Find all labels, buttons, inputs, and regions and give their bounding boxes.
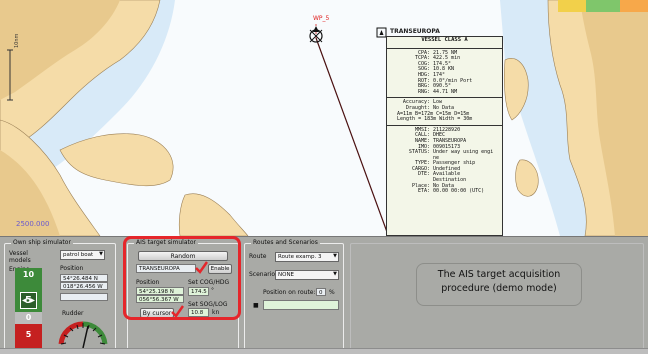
demo-caption: The AIS target acquisition procedure (de… [416, 263, 582, 306]
ais-position-label: Position [136, 279, 160, 286]
vessel-dimensions-line2: Length = 183m Width = 30m [397, 116, 473, 123]
own-ship-simulator-title: Own ship simulator [11, 239, 73, 246]
rudder-needle [82, 325, 89, 349]
route-marker-icon: ■ [253, 302, 259, 309]
vessel-model-select[interactable]: patrol boat ▼ [60, 250, 105, 260]
vessel-models-label: Vessel models [9, 250, 31, 264]
checkmark-icon [195, 261, 208, 274]
vessel-model-value: patrol boat [63, 252, 94, 258]
checkmark-icon [171, 305, 184, 318]
rudder-label: Rudder [62, 310, 84, 317]
own-position-lon-field[interactable]: 018°26.456 W [60, 282, 108, 290]
chart-scale-readout: 2500.000 [16, 220, 50, 228]
vessel-nav-key: RNG: [417, 88, 430, 95]
routes-scenarios-title: Routes and Scenarios [251, 239, 320, 246]
position-on-route-label: Position on route: [263, 289, 316, 296]
vessel-info-title: VESSEL CLASS A [421, 37, 468, 43]
sog-unit: kn [212, 309, 220, 316]
route-value: Route examp. 3 [278, 254, 322, 260]
engine-indicator[interactable]: ◀ 5 ▶ [20, 292, 37, 309]
sog-input[interactable]: 10.8 [188, 308, 209, 317]
engine-level-neg5: 5 [25, 330, 32, 339]
own-position-extra-field[interactable] [60, 293, 108, 301]
set-sog-label: Set SOG/LOG [188, 301, 228, 308]
vessel-nav-value: 44.71 NM [433, 88, 458, 95]
set-cog-label: Set COG/HDG [188, 279, 230, 286]
routes-scenarios-group: Routes and Scenarios Route Route examp. … [244, 239, 344, 354]
chevron-down-icon: ▼ [333, 271, 337, 277]
position-on-route-input[interactable]: 0 [316, 288, 326, 296]
own-position-lat-field[interactable]: 54°26.484 N [60, 274, 108, 282]
random-button[interactable]: Random [138, 251, 228, 261]
ais-target-simulator-title: AIS target simulator [134, 239, 199, 246]
chevron-down-icon: ▼ [333, 253, 337, 259]
status-strip [0, 348, 648, 354]
nautical-chart[interactable]: 10nm 2500.000 WP_5 TRANSEUROPA VESSEL CL… [0, 0, 648, 236]
by-cursor-button[interactable]: By cursor [140, 308, 174, 318]
demo-caption-line1: The AIS target acquisition [437, 269, 561, 280]
position-label: Position [60, 265, 84, 272]
own-ship-simulator-group: Own ship simulator Vessel models patrol … [4, 239, 116, 354]
cog-input[interactable]: 174.5 [188, 287, 209, 296]
cog-unit: ° [211, 287, 214, 294]
ais-target-name-field[interactable]: TRANSEUROPA [136, 264, 196, 273]
vessel-static-key: ETA: [417, 188, 430, 195]
engine-telegraph[interactable]: 10 ◀ 5 ▶ 0 5 10 [15, 268, 42, 354]
chart-canvas[interactable] [0, 0, 648, 236]
route-select[interactable]: Route examp. 3 ▼ [275, 252, 339, 262]
vessel-info-panel: VESSEL CLASS A CPA: 21.75 NM TCPA: 422.5 mi… [386, 36, 503, 236]
scenario-label: Scenario [249, 271, 276, 278]
scenario-select[interactable]: NONE ▼ [275, 270, 339, 280]
vessel-static-value: 00.00 00:00 (UTC) [433, 188, 485, 195]
chevron-down-icon: ▼ [99, 251, 103, 257]
scenario-value: NONE [278, 272, 295, 278]
target-name-label: TRANSEUROPA [390, 28, 440, 35]
ais-target-simulator-group: AIS target simulator Random TRANSEUROPA … [127, 239, 239, 354]
ais-target-symbol[interactable] [376, 27, 387, 38]
waypoint-label: WP_5 [313, 15, 330, 22]
vessel-static-row: ETA: 00.00 00:00 (UTC) [387, 189, 502, 195]
enable-button[interactable]: Enable [208, 264, 232, 274]
route-progress-field[interactable] [263, 300, 339, 310]
route-label: Route [249, 253, 267, 260]
demo-caption-line2: procedure (demo mode) [441, 283, 557, 294]
scale-bar-label: 10nm [14, 33, 20, 48]
engine-level-zero: 0 [25, 313, 32, 322]
ais-lat-field[interactable]: 54°25.198 N [136, 287, 184, 295]
ais-lon-field[interactable]: 056°56.367 W [136, 295, 184, 303]
engine-level-top: 10 [22, 270, 35, 279]
position-on-route-unit: % [329, 289, 335, 296]
rudder-gauge[interactable] [55, 318, 111, 352]
vessel-nav-row: RNG: 44.71 NM [387, 88, 502, 96]
